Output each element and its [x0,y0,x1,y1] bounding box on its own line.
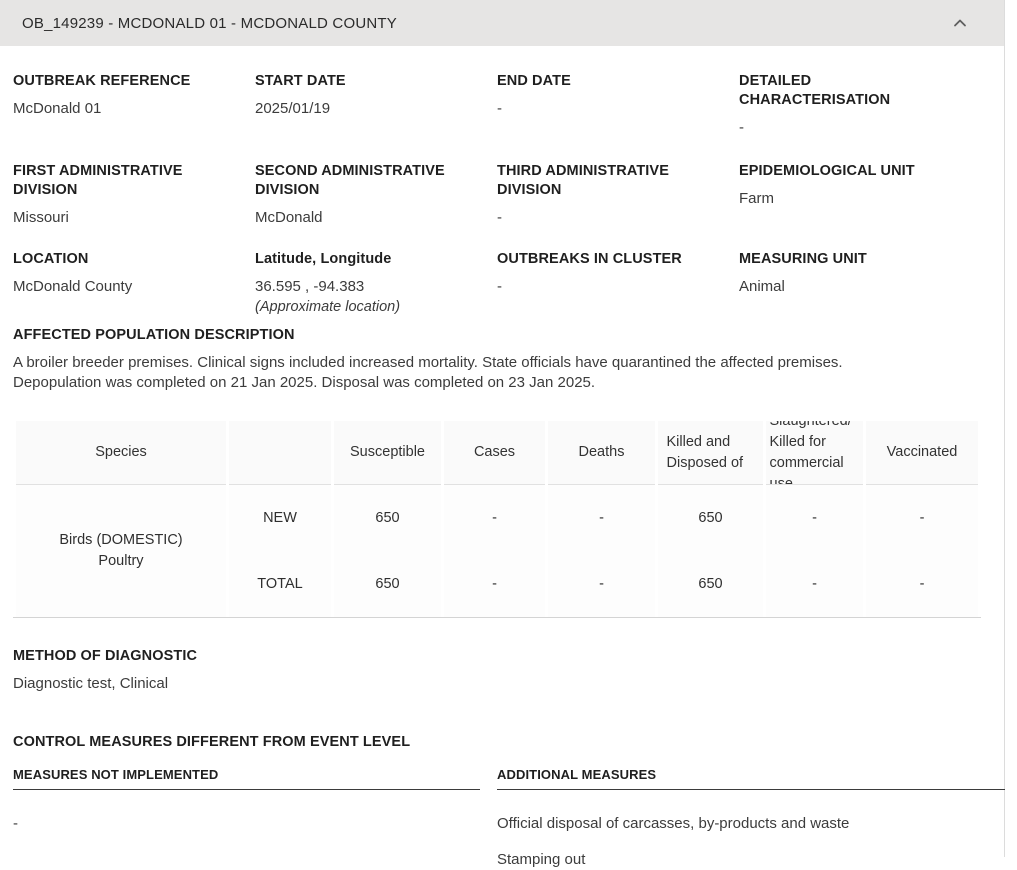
species-quantities-table: Species Susceptible Cases Deaths Killed … [13,421,981,618]
measure-item: Official disposal of carcasses, by-produ… [497,815,850,832]
measures-not-implemented-column: MEASURES NOT IMPLEMENTED - [13,766,480,870]
chevron-up-icon[interactable] [952,15,968,31]
col-header-deaths: Deaths [548,421,655,485]
cell-slaughtered: - [766,551,863,617]
field-value: - [497,278,502,295]
field-detailed-characterisation: DETAILED CHARACTERISATION - [739,72,981,138]
cell-cases: - [444,485,545,551]
cell-vaccinated: - [866,551,978,617]
field-outbreak-reference: OUTBREAK REFERENCE McDonald 01 [13,72,255,138]
field-label: START DATE [255,73,346,89]
col-header-type [229,421,331,485]
field-measuring-unit: MEASURING UNIT Animal [739,250,981,317]
field-label: EPIDEMIOLOGICAL UNIT [739,163,915,179]
method-of-diagnostic-section: METHOD OF DIAGNOSTIC Diagnostic test, Cl… [13,646,1004,694]
field-end-date: END DATE - [497,72,739,138]
field-label: MEASURING UNIT [739,251,867,267]
col-header-cases: Cases [444,421,545,485]
field-label: Latitude, Longitude [255,251,392,267]
outbreak-accordion-header[interactable]: OB_149239 - MCDONALD 01 - MCDONALD COUNT… [0,0,1004,46]
species-name-line1: Birds (DOMESTIC) [59,532,183,548]
species-name-cell: Birds (DOMESTIC) Poultry [16,485,226,617]
outbreak-content: OUTBREAK REFERENCE McDonald 01 START DAT… [0,46,1005,870]
cell-vaccinated: - [866,485,978,551]
field-value: - [497,100,502,117]
affected-population-text: A broiler breeder premises. Clinical sig… [13,354,843,391]
control-measures-columns: MEASURES NOT IMPLEMENTED - ADDITIONAL ME… [13,766,1005,870]
method-of-diagnostic-value: Diagnostic test, Clinical [13,675,169,692]
field-outbreaks-in-cluster: OUTBREAKS IN CLUSTER - [497,250,739,317]
field-second-admin-division: SECOND ADMINISTRATIVE DIVISION McDonald [255,162,497,228]
field-value: 36.595 , -94.383 [255,278,365,295]
col-header-killed-disposed: Killed and Disposed of [658,421,763,485]
additional-measures-column: ADDITIONAL MEASURES Official disposal of… [497,766,1005,870]
cell-deaths: - [548,551,655,617]
control-measures-heading: CONTROL MEASURES DIFFERENT FROM EVENT LE… [13,734,411,750]
measure-item: Stamping out [497,851,586,868]
field-label: DETAILED CHARACTERISATION [739,73,891,108]
species-name-line2: Poultry [98,553,144,569]
field-value: - [739,119,744,136]
field-value: Animal [739,278,785,295]
field-label: OUTBREAKS IN CLUSTER [497,251,682,267]
cell-susceptible: 650 [334,485,441,551]
field-label: THIRD ADMINISTRATIVE DIVISION [497,163,669,198]
cell-deaths: - [548,485,655,551]
col-header-susceptible: Susceptible [334,421,441,485]
species-table-header-row: Species Susceptible Cases Deaths Killed … [16,421,978,485]
field-value: Missouri [13,209,69,226]
field-location: LOCATION McDonald County [13,250,255,317]
field-value: 2025/01/19 [255,100,331,117]
col-header-species: Species [16,421,226,485]
field-first-admin-division: FIRST ADMINISTRATIVE DIVISION Missouri [13,162,255,228]
field-value: Farm [739,190,774,207]
row-type-label: NEW [229,485,331,551]
field-value: - [497,209,502,226]
field-label: END DATE [497,73,571,89]
measure-item: - [13,815,18,832]
field-value: McDonald County [13,278,133,295]
field-value: McDonald [255,209,323,226]
approximate-location-note: (Approximate location) [255,299,401,315]
field-label: LOCATION [13,251,89,267]
field-row-2: FIRST ADMINISTRATIVE DIVISION Missouri S… [13,162,1004,228]
field-value: McDonald 01 [13,100,102,117]
field-label: FIRST ADMINISTRATIVE DIVISION [13,163,183,198]
method-of-diagnostic-heading: METHOD OF DIAGNOSTIC [13,648,198,664]
outbreak-detail-panel: OB_149239 - MCDONALD 01 - MCDONALD COUNT… [0,0,1005,868]
field-third-admin-division: THIRD ADMINISTRATIVE DIVISION - [497,162,739,228]
affected-population-section: AFFECTED POPULATION DESCRIPTION A broile… [13,325,1004,393]
field-label: SECOND ADMINISTRATIVE DIVISION [255,163,445,198]
cell-slaughtered: - [766,485,863,551]
control-measures-section: CONTROL MEASURES DIFFERENT FROM EVENT LE… [13,732,1005,870]
field-row-3: LOCATION McDonald County Latitude, Longi… [13,250,1004,317]
field-latitude-longitude: Latitude, Longitude 36.595 , -94.383 (Ap… [255,250,497,317]
row-type-label: TOTAL [229,551,331,617]
additional-measures-heading: ADDITIONAL MEASURES [497,766,1005,790]
affected-population-heading: AFFECTED POPULATION DESCRIPTION [13,327,295,343]
col-header-vaccinated: Vaccinated [866,421,978,485]
cell-killed: 650 [658,485,763,551]
outbreak-accordion-title: OB_149239 - MCDONALD 01 - MCDONALD COUNT… [22,14,397,32]
col-header-slaughtered-commercial: Slaughtered/ Killed for commercial use [766,421,863,485]
field-label: OUTBREAK REFERENCE [13,73,191,89]
measures-not-implemented-heading: MEASURES NOT IMPLEMENTED [13,766,480,790]
field-start-date: START DATE 2025/01/19 [255,72,497,138]
table-row-new: Birds (DOMESTIC) Poultry NEW 650 - - 650… [16,485,978,617]
cell-susceptible: 650 [334,551,441,617]
field-epidemiological-unit: EPIDEMIOLOGICAL UNIT Farm [739,162,981,228]
cell-killed: 650 [658,551,763,617]
field-row-1: OUTBREAK REFERENCE McDonald 01 START DAT… [13,72,1004,138]
cell-cases: - [444,551,545,617]
